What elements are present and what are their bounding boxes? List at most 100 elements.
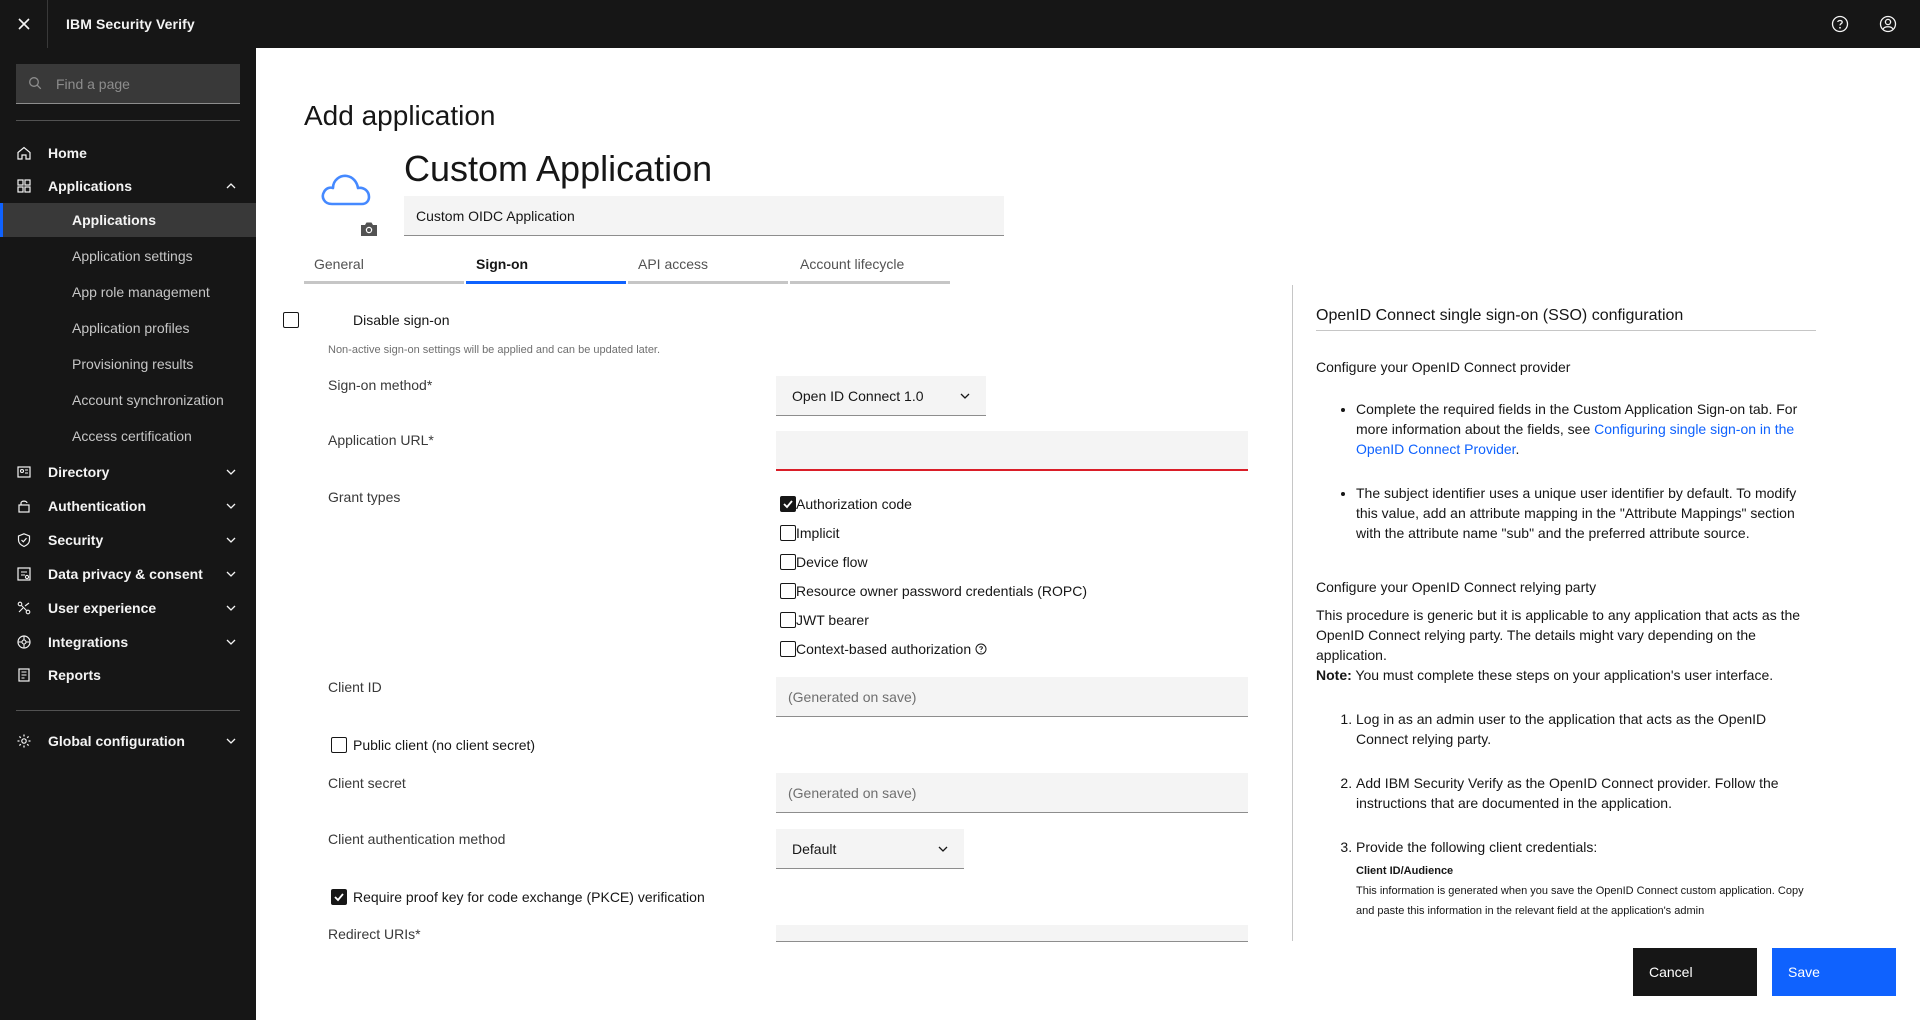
- sign-on-form: Disable sign-on Non-active sign-on setti…: [283, 284, 1304, 984]
- grant-ropc[interactable]: Resource owner password credentials (ROP…: [780, 581, 1087, 601]
- nav-label: Global configuration: [48, 733, 185, 749]
- tab-general[interactable]: General: [304, 244, 464, 284]
- rp-step: Log in as an admin user to the applicati…: [1356, 709, 1816, 749]
- signon-method-select[interactable]: Open ID Connect 1.0: [776, 376, 986, 416]
- help-icon[interactable]: [1816, 0, 1864, 48]
- client-auth-method-select[interactable]: Default: [776, 829, 964, 869]
- tab-sign-on[interactable]: Sign-on: [466, 244, 626, 284]
- subnav-item-app-role-management[interactable]: App role management: [0, 275, 256, 309]
- close-icon[interactable]: [0, 0, 48, 48]
- save-button[interactable]: Save: [1772, 948, 1896, 996]
- checkbox[interactable]: [780, 525, 796, 541]
- redirect-uris-field[interactable]: [776, 925, 1248, 942]
- applications-icon: [16, 178, 32, 194]
- subnav-label: Access certification: [72, 428, 192, 444]
- tab-account-lifecycle[interactable]: Account lifecycle: [790, 244, 950, 284]
- rp-step-text: Provide the following client credentials…: [1356, 839, 1598, 855]
- nav-item-user-experience[interactable]: User experience: [0, 592, 256, 624]
- chevron-down-icon: [936, 842, 950, 856]
- client-auth-method-value: Default: [792, 841, 837, 857]
- search-field[interactable]: [16, 64, 240, 104]
- checkbox[interactable]: [780, 641, 796, 657]
- nav-item-global-configuration[interactable]: Global configuration: [0, 725, 256, 757]
- public-client-label: Public client (no client secret): [353, 737, 536, 753]
- subnav-item-account-synchronization[interactable]: Account synchronization: [0, 383, 256, 417]
- nav-item-directory[interactable]: Directory: [0, 456, 256, 488]
- sidebar: Home Applications Applications Applicati…: [0, 48, 256, 1020]
- panel-divider: [1292, 285, 1293, 941]
- cancel-button[interactable]: Cancel: [1633, 948, 1757, 996]
- grant-label: Device flow: [796, 554, 868, 570]
- rp-step: Add IBM Security Verify as the OpenID Co…: [1356, 773, 1816, 813]
- lock-icon: [16, 498, 32, 514]
- search-icon: [28, 76, 44, 92]
- relying-party-intro: This procedure is generic but it is appl…: [1316, 607, 1801, 663]
- pkce-checkbox[interactable]: [331, 889, 347, 905]
- grant-jwt-bearer[interactable]: JWT bearer: [780, 610, 869, 630]
- redirect-uris-label: Redirect URIs*: [328, 926, 421, 942]
- application-description-field[interactable]: Custom OIDC Application: [404, 196, 1004, 236]
- client-auth-method-label: Client authentication method: [328, 831, 506, 847]
- credential-title: Client ID/Audience: [1356, 865, 1454, 877]
- public-client-checkbox[interactable]: [331, 737, 347, 753]
- nav-label: Integrations: [48, 634, 129, 650]
- relying-party-steps: Log in as an admin user to the applicati…: [1316, 709, 1816, 921]
- subnav-label: Application settings: [72, 248, 193, 264]
- chevron-down-icon: [224, 601, 238, 615]
- application-url-input[interactable]: [776, 431, 1248, 469]
- home-icon: [16, 145, 32, 161]
- nav-label: Applications: [48, 178, 133, 194]
- grant-authorization-code[interactable]: Authorization code: [780, 494, 912, 514]
- subnav-label: Application profiles: [72, 320, 190, 336]
- info-icon[interactable]: [975, 643, 987, 655]
- tab-api-access[interactable]: API access: [628, 244, 788, 284]
- subnav-item-provisioning-results[interactable]: Provisioning results: [0, 347, 256, 381]
- grant-context-based-authorization[interactable]: Context-based authorization: [780, 639, 987, 659]
- note-label: Note:: [1316, 667, 1352, 683]
- grant-label: Resource owner password credentials (ROP…: [796, 583, 1087, 599]
- integrations-icon: [16, 634, 32, 650]
- application-name: Custom Application: [404, 148, 713, 189]
- nav-label: Data privacy & consent: [48, 566, 203, 582]
- client-secret-input[interactable]: [776, 773, 1248, 812]
- product-name: IBM Security Verify: [66, 16, 195, 32]
- relying-party-heading: Configure your OpenID Connect relying pa…: [1316, 579, 1597, 595]
- nav-item-security[interactable]: Security: [0, 524, 256, 556]
- client-id-field[interactable]: [776, 677, 1248, 717]
- nav-label: Reports: [48, 667, 101, 683]
- client-secret-field[interactable]: [776, 773, 1248, 813]
- checkbox[interactable]: [780, 583, 796, 599]
- chevron-down-icon: [224, 567, 238, 581]
- subnav-item-application-settings[interactable]: Application settings: [0, 239, 256, 273]
- client-id-input[interactable]: [776, 677, 1248, 716]
- checkbox[interactable]: [780, 554, 796, 570]
- nav-item-home[interactable]: Home: [0, 137, 256, 169]
- chevron-down-icon: [224, 533, 238, 547]
- nav-item-data-privacy[interactable]: Data privacy & consent: [0, 558, 256, 590]
- search-input[interactable]: [56, 75, 240, 92]
- nav-label: Security: [48, 532, 104, 548]
- nav-item-integrations[interactable]: Integrations: [0, 626, 256, 658]
- provider-step: The subject identifier uses a unique use…: [1356, 483, 1816, 543]
- subnav-item-application-profiles[interactable]: Application profiles: [0, 311, 256, 345]
- nav-item-applications[interactable]: Applications: [0, 170, 256, 202]
- directory-icon: [16, 464, 32, 480]
- disable-signon-helper: Non-active sign-on settings will be appl…: [328, 344, 661, 356]
- chevron-down-icon: [224, 465, 238, 479]
- nav-item-authentication[interactable]: Authentication: [0, 490, 256, 522]
- grant-implicit[interactable]: Implicit: [780, 523, 840, 543]
- user-avatar-icon[interactable]: [1864, 0, 1912, 48]
- grant-label: Implicit: [796, 525, 840, 541]
- application-url-field[interactable]: [776, 431, 1248, 471]
- nav-item-reports[interactable]: Reports: [0, 659, 256, 691]
- checkbox[interactable]: [780, 612, 796, 628]
- camera-icon[interactable]: [359, 220, 379, 238]
- application-url-label: Application URL*: [328, 432, 434, 448]
- note: Note: You must complete these steps on y…: [1316, 665, 1816, 685]
- subnav-item-access-certification[interactable]: Access certification: [0, 419, 256, 453]
- checkbox-checked[interactable]: [780, 496, 796, 512]
- nav-label: Directory: [48, 464, 110, 480]
- grant-device-flow[interactable]: Device flow: [780, 552, 868, 572]
- shield-icon: [16, 532, 32, 548]
- subnav-item-applications[interactable]: Applications: [0, 203, 256, 237]
